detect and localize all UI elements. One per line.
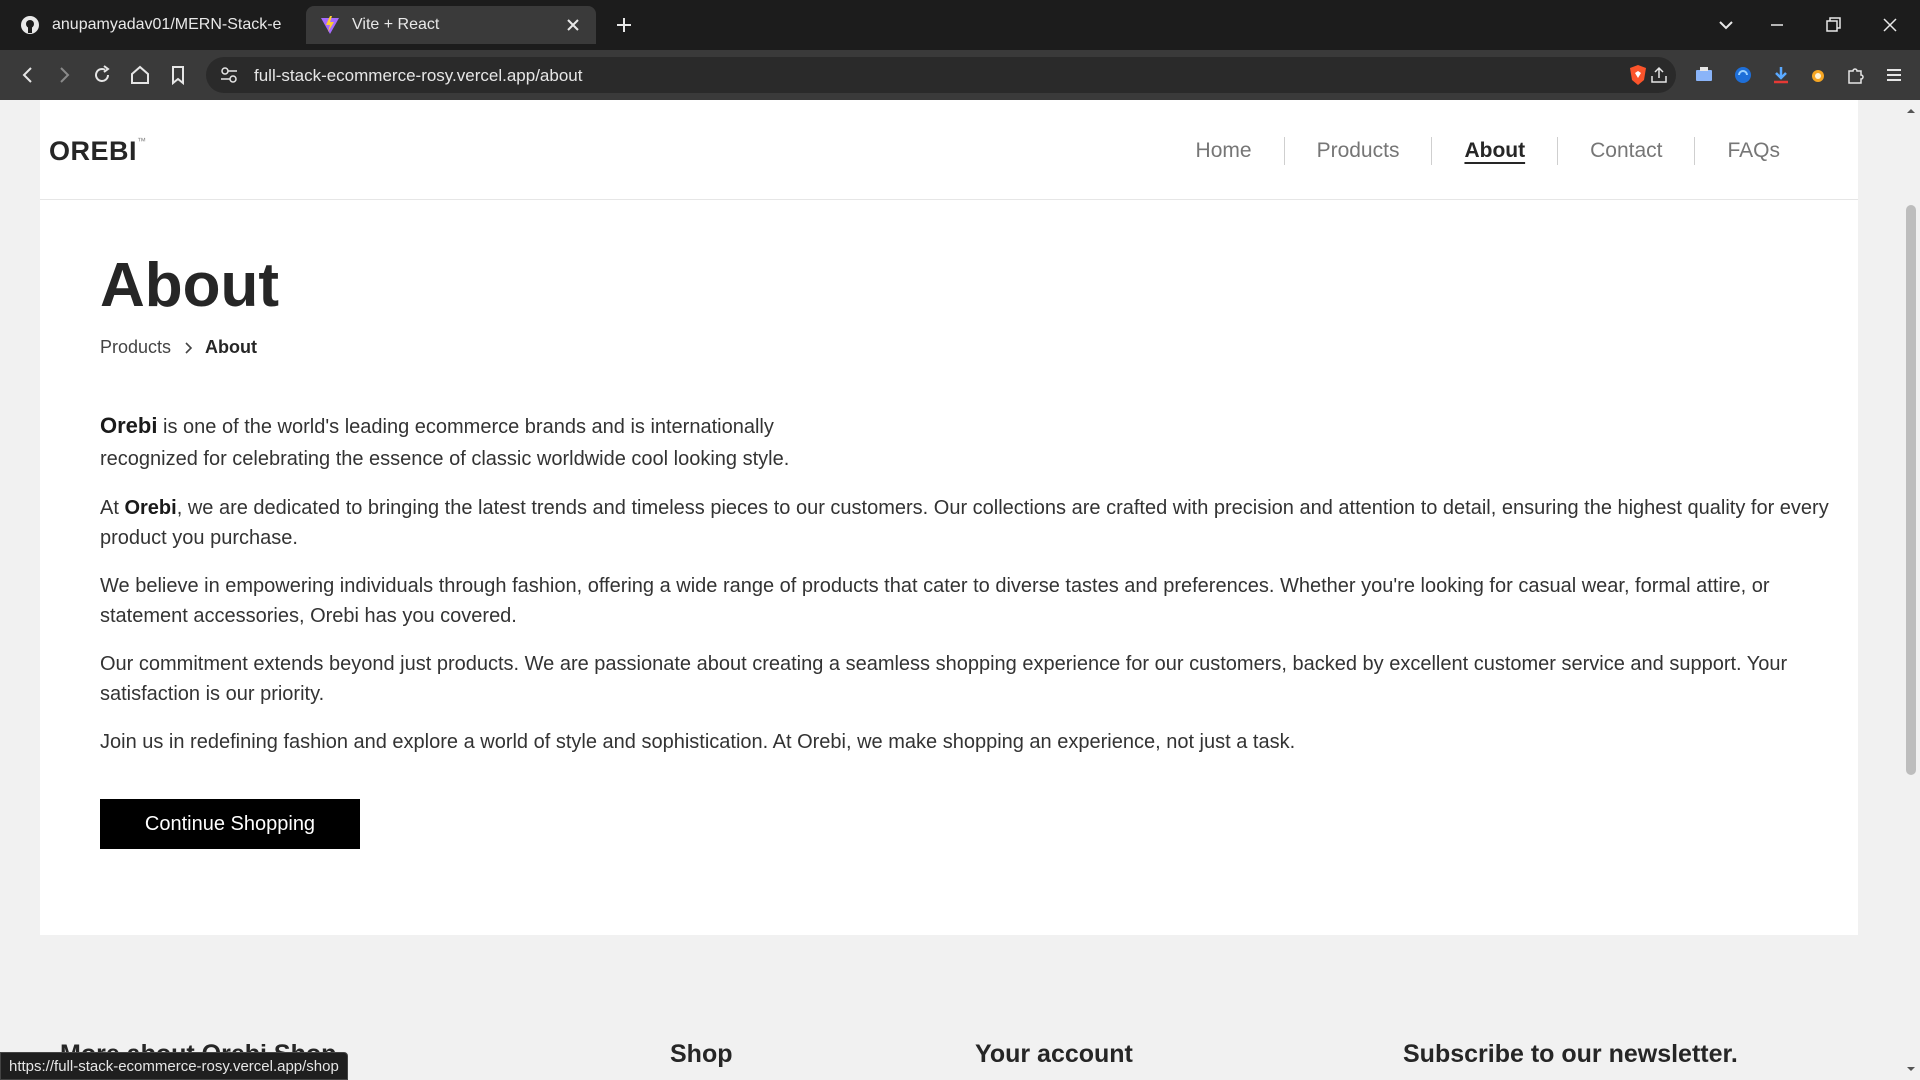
- about-content: About Products About Orebi is one of the…: [100, 255, 1840, 849]
- link-status-tooltip: https://full-stack-ecommerce-rosy.vercel…: [0, 1052, 348, 1080]
- vite-icon: [321, 16, 339, 34]
- paragraph-2: We believe in empowering individuals thr…: [100, 575, 1770, 627]
- scroll-up-icon[interactable]: [1906, 106, 1916, 116]
- close-window-icon[interactable]: [1878, 13, 1902, 37]
- back-icon[interactable]: [16, 63, 40, 87]
- page-title: About: [100, 251, 280, 320]
- nav-contact[interactable]: Contact: [1557, 137, 1694, 165]
- close-icon[interactable]: [564, 16, 582, 34]
- nav-about[interactable]: About: [1431, 137, 1557, 165]
- paragraph-3: Our commitment extends beyond just produ…: [100, 653, 1788, 705]
- page-card: OREBI™ Home Products About Contact FAQs …: [40, 100, 1858, 935]
- chevron-right-icon: [185, 341, 193, 354]
- download-icon[interactable]: [1769, 63, 1793, 87]
- url-bar[interactable]: full-stack-ecommerce-rosy.vercel.app/abo…: [206, 57, 1676, 93]
- main-nav: Home Products About Contact FAQs: [1164, 136, 1812, 166]
- breadcrumb-products[interactable]: Products: [100, 337, 171, 358]
- footer-heading-shop: Shop: [670, 1040, 733, 1068]
- nav-faqs[interactable]: FAQs: [1694, 137, 1812, 165]
- url-text: full-stack-ecommerce-rosy.vercel.app/abo…: [254, 66, 583, 85]
- bookmark-icon[interactable]: [166, 63, 190, 87]
- paragraph-1: At Orebi, we are dedicated to bringing t…: [100, 497, 1829, 549]
- restore-icon[interactable]: [1821, 13, 1845, 37]
- nav-products[interactable]: Products: [1283, 137, 1432, 165]
- browser-toolbar: full-stack-ecommerce-rosy.vercel.app/abo…: [0, 50, 1920, 100]
- page-viewport: OREBI™ Home Products About Contact FAQs …: [0, 100, 1902, 1080]
- breadcrumb: Products About: [100, 337, 1840, 358]
- share-icon[interactable]: [1648, 64, 1670, 86]
- menu-icon[interactable]: [1882, 63, 1906, 87]
- footer-heading-newsletter: Subscribe to our newsletter.: [1403, 1040, 1738, 1068]
- tab-title: Vite + React: [352, 16, 440, 33]
- tab-vite-react[interactable]: Vite + React: [306, 6, 596, 44]
- new-tab-icon[interactable]: [612, 13, 636, 37]
- puzzle-icon[interactable]: [1843, 63, 1867, 87]
- reload-icon[interactable]: [90, 63, 114, 87]
- forward-icon[interactable]: [52, 63, 76, 87]
- footer-heading-account: Your account: [975, 1040, 1133, 1068]
- brave-shield-icon[interactable]: [1626, 63, 1650, 87]
- home-icon[interactable]: [128, 63, 152, 87]
- extension-icon[interactable]: [1692, 63, 1716, 87]
- scrollbar[interactable]: [1902, 100, 1920, 1080]
- tab-github[interactable]: anupamyadav01/MERN-Stack-eCom: [6, 6, 296, 44]
- github-icon: [21, 16, 39, 34]
- tab-title: anupamyadav01/MERN-Stack-eCom: [52, 16, 282, 33]
- extension-icon[interactable]: [1731, 63, 1755, 87]
- continue-shopping-button[interactable]: Continue Shopping: [100, 799, 360, 849]
- intro-paragraph: Orebi is one of the world's leading ecom…: [100, 413, 790, 470]
- browser-tab-bar: anupamyadav01/MERN-Stack-eCom Vite + Rea…: [0, 0, 1920, 50]
- brand-name: Orebi: [124, 497, 177, 519]
- minimize-icon[interactable]: [1765, 13, 1789, 37]
- site-logo[interactable]: OREBI™: [49, 136, 147, 167]
- brand-name: Orebi: [100, 413, 158, 438]
- tab-list-chevron-icon[interactable]: [1714, 13, 1738, 37]
- breadcrumb-current: About: [205, 337, 258, 357]
- logo-mark: ™: [137, 136, 147, 146]
- site-header: OREBI™ Home Products About Contact FAQs: [40, 100, 1858, 200]
- scroll-down-icon[interactable]: [1906, 1064, 1916, 1074]
- scrollbar-thumb[interactable]: [1906, 205, 1916, 775]
- nav-home[interactable]: Home: [1164, 137, 1284, 165]
- paragraph-4: Join us in redefining fashion and explor…: [100, 731, 1296, 753]
- site-settings-icon[interactable]: [218, 64, 240, 86]
- extension-icon[interactable]: [1806, 63, 1830, 87]
